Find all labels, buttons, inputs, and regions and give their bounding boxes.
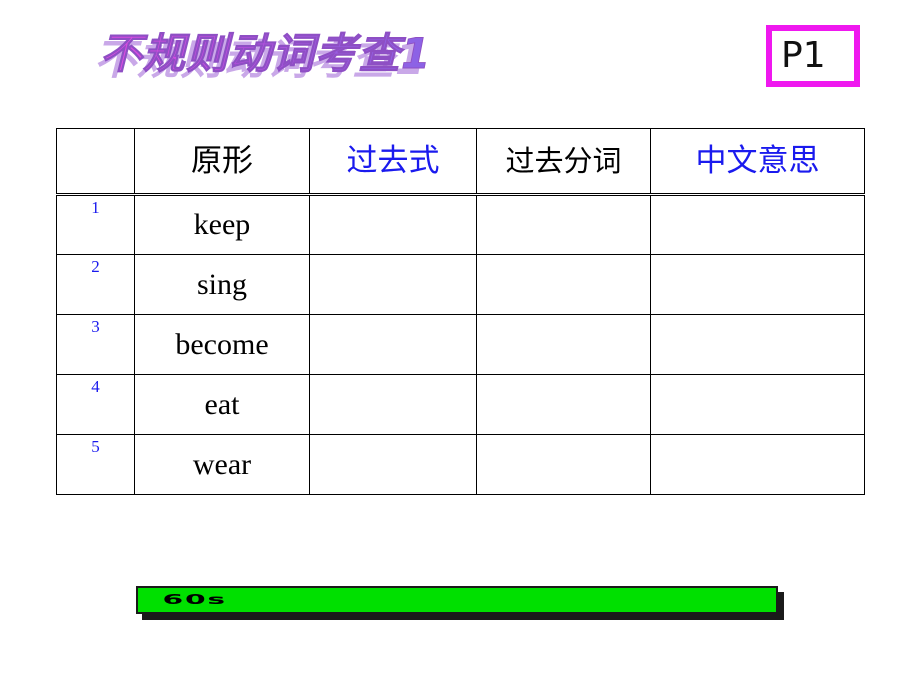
table-row: 2 sing xyxy=(56,254,865,315)
row-index-label: 1 xyxy=(91,198,100,217)
column-header-past-tense: 过去式 xyxy=(309,128,477,196)
base-form-cell: eat xyxy=(134,374,310,435)
past-tense-cell[interactable] xyxy=(309,374,477,435)
table-row: 1 keep xyxy=(56,194,865,255)
table-row: 4 eat xyxy=(56,374,865,435)
past-tense-cell[interactable] xyxy=(309,314,477,375)
row-index-label: 5 xyxy=(91,437,100,456)
past-tense-cell[interactable] xyxy=(309,194,477,255)
column-header-chinese-meaning: 中文意思 xyxy=(650,128,865,196)
base-form-label: keep xyxy=(193,208,251,241)
base-form-label: sing xyxy=(196,267,247,301)
base-form-cell: keep xyxy=(134,194,310,255)
past-participle-cell[interactable] xyxy=(476,434,651,495)
chinese-meaning-cell[interactable] xyxy=(650,254,865,315)
row-index-label: 3 xyxy=(91,317,100,336)
table-body: 1 keep 2 sing 3 become 4 eat 5 wear xyxy=(56,194,865,495)
table-row: 5 wear xyxy=(56,434,865,495)
past-tense-cell[interactable] xyxy=(309,434,477,495)
table-header: 原形 过去式 过去分词 中文意思 xyxy=(56,128,865,196)
slide-title: 不规则动词考查1 不规则动词考查1 xyxy=(94,24,518,84)
column-header-base-form-label: 原形 xyxy=(191,142,253,179)
row-index-cell: 4 xyxy=(56,374,135,435)
column-header-base-form: 原形 xyxy=(134,128,310,196)
chinese-meaning-cell[interactable] xyxy=(650,434,865,495)
countdown-timer-bar[interactable]: 60s xyxy=(136,586,784,620)
base-form-label: eat xyxy=(204,387,240,421)
column-header-past-participle-label: 过去分词 xyxy=(505,143,622,178)
row-index-cell: 2 xyxy=(56,254,135,315)
page-number-badge: P1 xyxy=(766,25,860,87)
row-index-cell: 5 xyxy=(56,434,135,495)
table-row: 3 become xyxy=(56,314,865,375)
chinese-meaning-cell[interactable] xyxy=(650,194,865,255)
chinese-meaning-cell[interactable] xyxy=(650,374,865,435)
timer-bar-fill[interactable]: 60s xyxy=(136,586,778,614)
wordart-main-text: 不规则动词考查1 xyxy=(100,29,431,78)
timer-label: 60s xyxy=(162,592,227,608)
past-tense-cell[interactable] xyxy=(309,254,477,315)
row-index-cell: 1 xyxy=(56,194,135,255)
past-participle-cell[interactable] xyxy=(476,254,651,315)
base-form-cell: become xyxy=(134,314,310,375)
irregular-verbs-table: 原形 过去式 过去分词 中文意思 1 keep 2 sing 3 become … xyxy=(56,128,865,495)
page-number-label: P1 xyxy=(781,35,826,76)
base-form-cell: wear xyxy=(134,434,310,495)
base-form-label: become xyxy=(175,327,269,361)
past-participle-cell[interactable] xyxy=(476,194,651,255)
column-header-index xyxy=(56,128,135,196)
past-participle-cell[interactable] xyxy=(476,314,651,375)
table-header-row: 原形 过去式 过去分词 中文意思 xyxy=(56,128,865,196)
wordart-title-svg: 不规则动词考查1 不规则动词考查1 xyxy=(94,29,431,84)
column-header-chinese-meaning-label: 中文意思 xyxy=(695,142,820,179)
row-index-label: 4 xyxy=(91,377,100,396)
chinese-meaning-cell[interactable] xyxy=(650,314,865,375)
column-header-past-tense-label: 过去式 xyxy=(346,142,440,179)
base-form-label: wear xyxy=(192,447,252,481)
row-index-label: 2 xyxy=(91,257,100,276)
column-header-past-participle: 过去分词 xyxy=(476,128,651,196)
past-participle-cell[interactable] xyxy=(476,374,651,435)
row-index-cell: 3 xyxy=(56,314,135,375)
base-form-cell: sing xyxy=(134,254,310,315)
